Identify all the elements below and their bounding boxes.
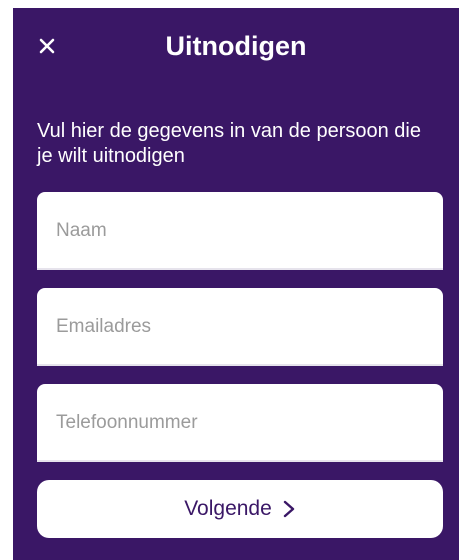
phone-field[interactable] <box>37 384 443 462</box>
chevron-right-icon <box>282 499 296 519</box>
email-field[interactable] <box>37 288 443 366</box>
name-field[interactable] <box>37 192 443 270</box>
next-button[interactable]: Volgende <box>37 480 443 538</box>
header: Uitnodigen <box>13 8 459 84</box>
name-input[interactable] <box>37 192 443 270</box>
invite-screen: Uitnodigen Vul hier de gegevens in van d… <box>13 8 459 560</box>
email-input[interactable] <box>37 288 443 366</box>
intro-text: Vul hier de gegevens in van de persoon d… <box>37 120 421 167</box>
next-button-label: Volgende <box>184 497 272 520</box>
page-title: Uitnodigen <box>165 31 307 61</box>
phone-input[interactable] <box>37 384 443 462</box>
